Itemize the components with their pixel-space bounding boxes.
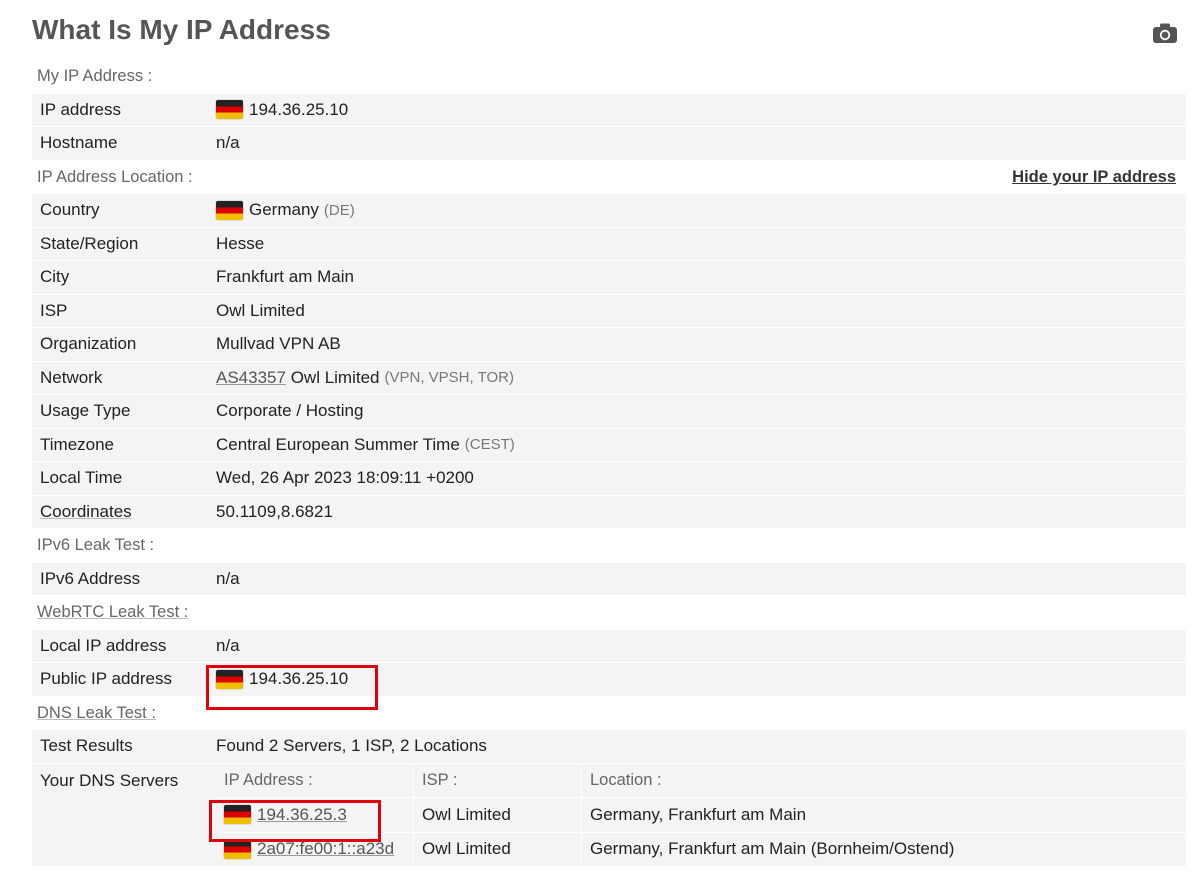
section-webrtc: WebRTC Leak Test : [32, 596, 1186, 630]
section-location: IP Address Location : Hide your IP addre… [32, 160, 1186, 194]
row-coordinates: Coordinates 50.1109,8.6821 [32, 495, 1186, 529]
row-isp: ISP Owl Limited [32, 294, 1186, 328]
section-my-ip: My IP Address : [32, 60, 1186, 94]
row-ip-address: IP address 194.36.25.10 [32, 93, 1186, 127]
row-local-time: Local Time Wed, 26 Apr 2023 18:09:11 +02… [32, 462, 1186, 496]
row-state: State/Region Hesse [32, 227, 1186, 261]
coordinates-link[interactable]: Coordinates [32, 502, 216, 522]
row-usage-type: Usage Type Corporate / Hosting [32, 395, 1186, 429]
germany-flag-icon [216, 100, 243, 120]
row-test-results: Test Results Found 2 Servers, 1 ISP, 2 L… [32, 730, 1186, 764]
row-country: Country Germany (DE) [32, 194, 1186, 228]
germany-flag-icon [216, 200, 243, 220]
hide-ip-link[interactable]: Hide your IP address [1012, 168, 1176, 187]
webrtc-link[interactable]: WebRTC Leak Test : [32, 603, 188, 622]
row-hostname: Hostname n/a [32, 127, 1186, 161]
dns-leak-link[interactable]: DNS Leak Test : [32, 704, 156, 723]
germany-flag-icon [224, 839, 251, 859]
ip-value: 194.36.25.10 [249, 99, 349, 119]
row-network: Network AS43357 Owl Limited (VPN, VPSH, T… [32, 361, 1186, 395]
camera-icon[interactable] [1152, 22, 1178, 44]
ip-info-table: My IP Address : IP address 194.36.25.10 … [32, 60, 1186, 866]
row-local-ip: Local IP address n/a [32, 629, 1186, 663]
dns-servers-block: Your DNS Servers IP Address : ISP : Loca… [32, 763, 1186, 866]
row-timezone: Timezone Central European Summer Time (CE… [32, 428, 1186, 462]
row-ipv6-address: IPv6 Address n/a [32, 562, 1186, 596]
page-title: What Is My IP Address [32, 14, 331, 45]
dns-ip-link[interactable]: 2a07:fe00:1::a23d [257, 839, 394, 859]
row-city: City Frankfurt am Main [32, 261, 1186, 295]
row-organization: Organization Mullvad VPN AB [32, 328, 1186, 362]
section-ipv6: IPv6 Leak Test : [32, 529, 1186, 563]
highlight-public-ip [206, 665, 378, 710]
highlight-dns-ip [209, 800, 381, 842]
asn-link[interactable]: AS43357 [216, 368, 286, 388]
dns-header-row: IP Address : ISP : Location : [216, 763, 1186, 797]
